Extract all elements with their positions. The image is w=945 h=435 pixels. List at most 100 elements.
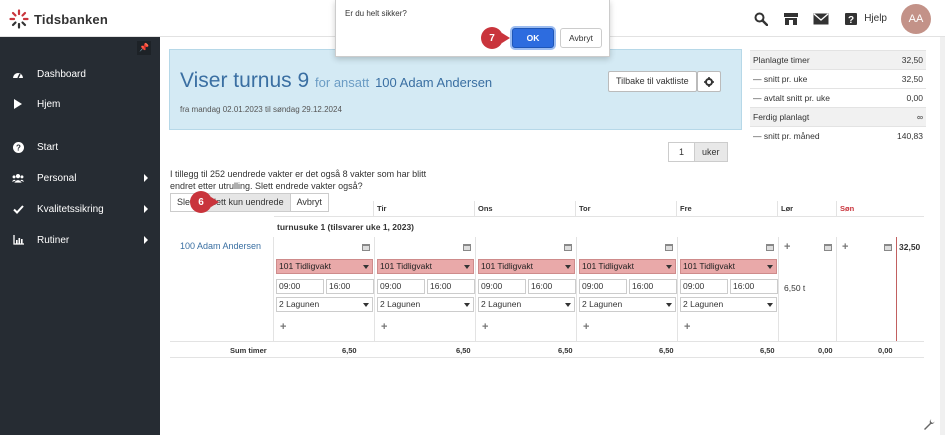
date-range: fra mandag 02.01.2023 til søndag 29.12.2… <box>180 105 342 114</box>
store-icon[interactable] <box>782 10 800 28</box>
calendar-icon[interactable] <box>884 243 892 251</box>
back-to-shiftlist-button[interactable]: Tilbake til vaktliste <box>608 71 697 92</box>
shift-hours: 6,50 t <box>784 283 806 293</box>
sidebar-item-start[interactable]: ? Start <box>0 137 160 157</box>
users-icon <box>12 172 24 184</box>
calendar-icon[interactable] <box>564 243 572 251</box>
sidebar-item-label: Start <box>37 141 59 153</box>
shift-select[interactable]: 101 Tidligvakt <box>478 259 575 274</box>
scrollbar[interactable] <box>940 37 945 435</box>
row-total: 32,50 <box>896 237 924 341</box>
chevron-down-icon <box>767 265 773 269</box>
add-shift-icon[interactable]: + <box>684 321 690 333</box>
sum-value: 0,00 <box>878 346 893 355</box>
pin-icon[interactable]: 📌 <box>137 41 151 55</box>
search-icon[interactable] <box>752 10 770 28</box>
app-name: Tidsbanken <box>34 11 109 27</box>
chevron-down-icon <box>363 265 369 269</box>
calendar-icon[interactable] <box>766 243 774 251</box>
start-time-input[interactable]: 09:00 <box>680 279 728 294</box>
chevron-down-icon <box>666 303 672 307</box>
step-marker-6: 6 <box>190 191 219 213</box>
col-header-ons: Ons <box>474 201 575 216</box>
step-marker-7: 7 <box>481 27 510 49</box>
gear-icon <box>704 76 714 87</box>
add-shift-icon[interactable]: + <box>482 321 488 333</box>
ok-button[interactable]: OK <box>512 28 554 48</box>
dialog-cancel-button[interactable]: Avbryt <box>560 28 602 48</box>
shift-select[interactable]: 101 Tidligvakt <box>276 259 373 274</box>
sidebar-item-label: Rutiner <box>37 234 70 246</box>
logo[interactable]: Tidsbanken <box>9 9 108 29</box>
cancel-button[interactable]: Avbryt <box>290 193 329 212</box>
add-shift-icon[interactable]: + <box>381 321 387 333</box>
shift-select[interactable]: 101 Tidligvakt <box>377 259 474 274</box>
department-select[interactable]: 2 Lagunen <box>478 297 575 312</box>
sidebar-item-label: Dashboard <box>37 68 86 80</box>
help-icon[interactable]: ? <box>842 10 860 28</box>
week-row-label: turnusuke 1 (tilsvarer uke 1, 2023) <box>274 216 924 237</box>
shift-select[interactable]: 101 Tidligvakt <box>579 259 676 274</box>
chevron-down-icon <box>464 303 470 307</box>
calendar-icon[interactable] <box>824 243 832 251</box>
summary-row: — avtalt snitt pr. uke 0,00 <box>750 88 926 107</box>
day-cell-empty: + <box>836 237 896 341</box>
day-cell: 101 Tidligvakt 09:00 16:00 2 Lagunen + <box>475 237 576 341</box>
sidebar-item-hjem[interactable]: Hjem <box>0 94 160 114</box>
settings-button[interactable] <box>697 71 721 92</box>
sum-label: Sum timer <box>230 346 267 355</box>
end-time-input[interactable]: 16:00 <box>629 279 677 294</box>
start-time-input[interactable]: 09:00 <box>276 279 324 294</box>
check-icon <box>12 203 24 215</box>
department-select[interactable]: 2 Lagunen <box>579 297 676 312</box>
end-time-input[interactable]: 16:00 <box>427 279 475 294</box>
add-shift-icon[interactable]: + <box>842 241 848 253</box>
sidebar-item-dashboard[interactable]: Dashboard <box>0 64 160 84</box>
turnus-header: Viser turnus 9 for ansatt 100 Adam Ander… <box>169 49 742 130</box>
col-header-tir: Tir <box>373 201 474 216</box>
sidebar-item-label: Hjem <box>37 98 61 110</box>
calendar-icon[interactable] <box>463 243 471 251</box>
mail-icon[interactable] <box>812 10 830 28</box>
wrench-icon[interactable] <box>923 418 937 432</box>
sidebar-item-rutiner[interactable]: Rutiner <box>0 230 160 250</box>
start-time-input[interactable]: 09:00 <box>579 279 627 294</box>
summary-row: — snitt pr. uke 32,50 <box>750 69 926 88</box>
employee-link[interactable]: 100 Adam Andersen <box>180 241 261 251</box>
end-time-input[interactable]: 16:00 <box>730 279 778 294</box>
chevron-down-icon <box>565 303 571 307</box>
col-header-lor: Lør <box>777 201 836 216</box>
chevron-down-icon <box>464 265 470 269</box>
sidebar-item-personal[interactable]: Personal <box>0 168 160 188</box>
sum-value: 6,50 <box>456 346 471 355</box>
sidebar-item-kvalitetssikring[interactable]: Kvalitetssikring <box>0 199 160 219</box>
play-icon <box>12 98 24 110</box>
page-title: Viser turnus 9 for ansatt 100 Adam Ander… <box>180 69 493 92</box>
weeks-input[interactable]: 1 <box>668 142 695 162</box>
calendar-icon[interactable] <box>665 243 673 251</box>
chevron-down-icon <box>363 303 369 307</box>
end-time-input[interactable]: 16:00 <box>326 279 374 294</box>
sidebar-item-label: Personal <box>37 172 77 184</box>
department-select[interactable]: 2 Lagunen <box>680 297 777 312</box>
add-shift-icon[interactable]: + <box>784 241 790 253</box>
weeks-label: uker <box>695 142 728 162</box>
svg-text:?: ? <box>16 143 21 152</box>
col-header-tor: Tor <box>575 201 676 216</box>
department-select[interactable]: 2 Lagunen <box>377 297 474 312</box>
avatar[interactable]: AA <box>901 3 931 34</box>
end-time-input[interactable]: 16:00 <box>528 279 576 294</box>
calendar-icon[interactable] <box>362 243 370 251</box>
day-cell: 101 Tidligvakt 09:00 16:00 2 Lagunen + <box>273 237 374 341</box>
employee-name: 100 Adam Andersen <box>375 75 493 90</box>
schedule-grid: Tir Ons Tor Fre Lør Søn turnusuke 1 (til… <box>170 201 924 358</box>
chevron-right-icon <box>144 236 148 244</box>
shift-select[interactable]: 101 Tidligvakt <box>680 259 777 274</box>
add-shift-icon[interactable]: + <box>583 321 589 333</box>
start-time-input[interactable]: 09:00 <box>478 279 526 294</box>
start-time-input[interactable]: 09:00 <box>377 279 425 294</box>
help-link[interactable]: Hjelp <box>864 13 887 24</box>
confirm-dialog: Er du helt sikker? OK Avbryt <box>335 0 610 57</box>
add-shift-icon[interactable]: + <box>280 321 286 333</box>
department-select[interactable]: 2 Lagunen <box>276 297 373 312</box>
